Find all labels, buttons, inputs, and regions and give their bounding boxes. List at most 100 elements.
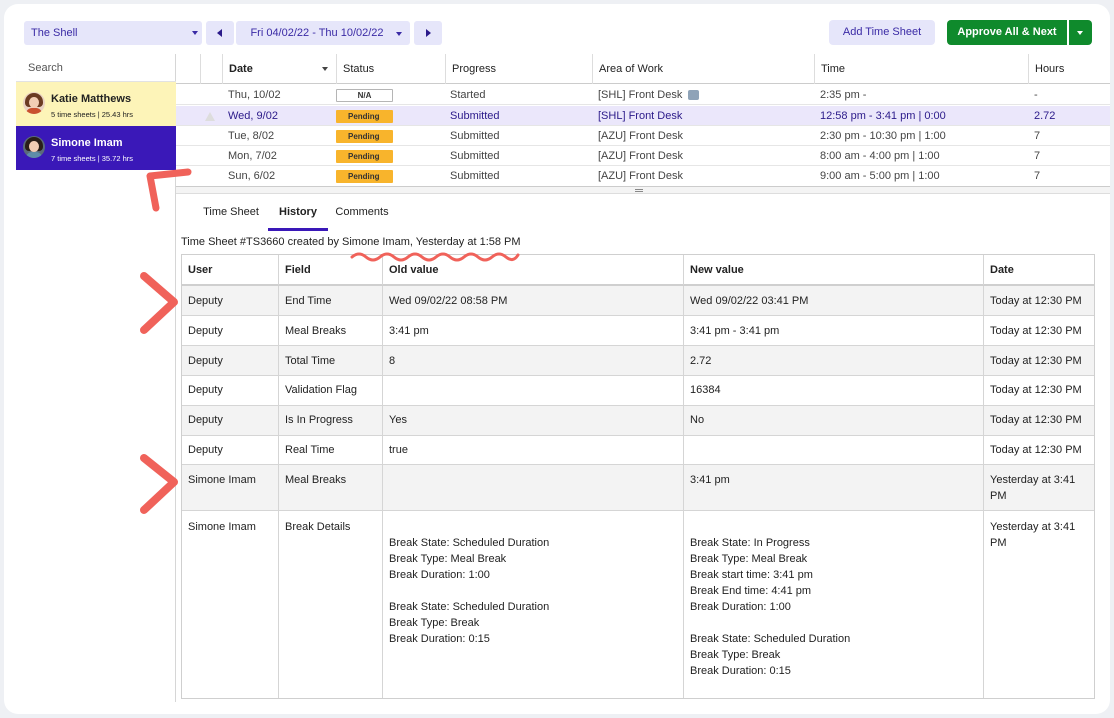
history-new-value: 3:41 pm	[683, 465, 983, 510]
sort-down-icon	[322, 67, 328, 71]
history-user: Deputy	[188, 444, 223, 456]
row-area: [AZU] Front Desk	[598, 170, 683, 182]
history-field: Meal Breaks	[278, 465, 382, 510]
history-new-value: 16384	[683, 376, 983, 405]
row-progress: Started	[450, 89, 486, 101]
history-new-value	[683, 436, 983, 464]
history-row: Deputy Meal Breaks 3:41 pm 3:41 pm - 3:4…	[182, 316, 1094, 346]
row-area: [AZU] Front Desk	[598, 130, 683, 142]
column-new-value: New value	[683, 255, 983, 285]
employee-name: Simone Imam	[51, 137, 123, 149]
history-row: Deputy End Time Wed 09/02/22 08:58 PM We…	[182, 286, 1094, 316]
history-header: User Field Old value New value Date	[182, 255, 1094, 286]
history-new-value: 2.72	[683, 346, 983, 375]
history-row: Deputy Real Time true Today at 12:30 PM	[182, 436, 1094, 465]
history-new-value: 3:41 pm - 3:41 pm	[683, 316, 983, 345]
resize-handle[interactable]	[176, 186, 1110, 194]
history-field: Real Time	[278, 436, 382, 464]
add-time-sheet-button[interactable]: Add Time Sheet	[829, 20, 935, 45]
approve-options-button[interactable]	[1069, 20, 1092, 45]
column-status[interactable]: Status	[336, 54, 445, 84]
toolbar: The Shell Fri 04/02/22 - Thu 10/02/22 Ad…	[4, 4, 1110, 54]
column-time[interactable]: Time	[814, 54, 1028, 84]
history-date: Yesterday at 3:41 PM	[983, 465, 1094, 510]
grid-header-checkbox[interactable]	[176, 54, 200, 84]
row-progress: Submitted	[450, 110, 500, 122]
history-old-value: Break State: Scheduled Duration Break Ty…	[382, 511, 683, 698]
column-date-label: Date	[229, 63, 253, 75]
table-row[interactable]: Tue, 8/02 Pending Submitted [AZU] Front …	[176, 126, 1110, 146]
history-field: Meal Breaks	[278, 316, 382, 345]
row-date: Thu, 10/02	[228, 89, 281, 101]
row-hours: 2.72	[1034, 110, 1056, 122]
history-field: Break Details	[278, 511, 382, 698]
tab-history[interactable]: History	[268, 195, 328, 231]
timesheets-window: The Shell Fri 04/02/22 - Thu 10/02/22 Ad…	[4, 4, 1110, 714]
row-area: [SHL] Front Desk	[598, 89, 683, 101]
history-date: Yesterday at 3:41 PM	[983, 511, 1094, 698]
table-row[interactable]: Wed, 9/02 Pending Submitted [SHL] Front …	[176, 106, 1110, 126]
history-old-value: Wed 09/02/22 08:58 PM	[382, 286, 683, 315]
table-row[interactable]: Mon, 7/02 Pending Submitted [AZU] Front …	[176, 146, 1110, 166]
row-hours: 7	[1034, 150, 1041, 162]
row-date: Sun, 6/02	[228, 170, 276, 182]
location-icon	[688, 90, 699, 100]
row-hours: -	[1034, 89, 1038, 101]
history-date: Today at 12:30 PM	[983, 436, 1094, 464]
employee-item-katie-matthews[interactable]: Katie Matthews 5 time sheets | 25.43 hrs	[16, 82, 176, 126]
approve-all-next-button[interactable]: Approve All & Next	[947, 20, 1067, 45]
row-time: 9:00 am - 5:00 pm | 1:00	[820, 170, 940, 182]
history-user: Deputy	[188, 414, 223, 426]
previous-period-button[interactable]	[206, 21, 234, 45]
history-old-value	[382, 376, 683, 405]
employee-name: Katie Matthews	[51, 93, 132, 105]
date-range-select[interactable]: Fri 04/02/22 - Thu 10/02/22	[236, 21, 410, 45]
history-new-value: No	[683, 406, 983, 435]
search-input[interactable]: Search	[16, 54, 176, 82]
annotation-corner-arrow	[146, 168, 192, 212]
history-row: Simone Imam Meal Breaks 3:41 pm Yesterda…	[182, 465, 1094, 511]
column-progress[interactable]: Progress	[445, 54, 592, 84]
history-field: Is In Progress	[278, 406, 382, 435]
history-row: Deputy Total Time 8 2.72 Today at 12:30 …	[182, 346, 1094, 376]
next-period-button[interactable]	[414, 21, 442, 45]
history-field: Total Time	[278, 346, 382, 375]
column-hours[interactable]: Hours	[1028, 54, 1110, 84]
history-user: Deputy	[188, 295, 223, 307]
arrow-right-icon	[426, 29, 431, 37]
tab-time-sheet[interactable]: Time Sheet	[196, 195, 266, 231]
history-old-value: true	[382, 436, 683, 464]
grip-icon	[635, 189, 643, 192]
status-badge: Pending	[336, 110, 393, 123]
grid-header: Date Status Progress Area of Work Time H…	[176, 54, 1110, 84]
history-user: Simone Imam	[188, 521, 256, 533]
row-area: [AZU] Front Desk	[598, 150, 683, 162]
table-row[interactable]: Sun, 6/02 Pending Submitted [AZU] Front …	[176, 166, 1110, 186]
date-range-label: Fri 04/02/22 - Thu 10/02/22	[250, 27, 384, 39]
screen: The Shell Fri 04/02/22 - Thu 10/02/22 Ad…	[0, 0, 1114, 718]
history-user: Simone Imam	[188, 474, 256, 486]
history-field: End Time	[278, 286, 382, 315]
tab-comments[interactable]: Comments	[330, 195, 394, 231]
row-date: Wed, 9/02	[228, 110, 278, 122]
table-row[interactable]: Thu, 10/02 N/A Started [SHL] Front Desk …	[176, 85, 1110, 105]
column-date[interactable]: Date	[222, 54, 336, 84]
history-old-value	[382, 465, 683, 510]
history-date: Today at 12:30 PM	[983, 286, 1094, 315]
history-date: Today at 12:30 PM	[983, 406, 1094, 435]
arrow-left-icon	[217, 29, 222, 37]
history-row: Deputy Validation Flag 16384 Today at 12…	[182, 376, 1094, 406]
history-user: Deputy	[188, 355, 223, 367]
employee-sidebar: Search Katie Matthews 5 time sheets | 25…	[16, 54, 176, 702]
row-progress: Submitted	[450, 130, 500, 142]
column-area[interactable]: Area of Work	[592, 54, 814, 84]
row-date: Tue, 8/02	[228, 130, 275, 142]
history-user: Deputy	[188, 384, 223, 396]
history-field: Validation Flag	[278, 376, 382, 405]
row-progress: Submitted	[450, 170, 500, 182]
row-date: Mon, 7/02	[228, 150, 277, 162]
location-select[interactable]: The Shell	[24, 21, 202, 45]
grid-header-flag	[200, 54, 222, 84]
timesheet-caption: Time Sheet #TS3660 created by Simone Ima…	[181, 236, 521, 248]
employee-summary: 7 time sheets | 35.72 hrs	[51, 154, 133, 163]
